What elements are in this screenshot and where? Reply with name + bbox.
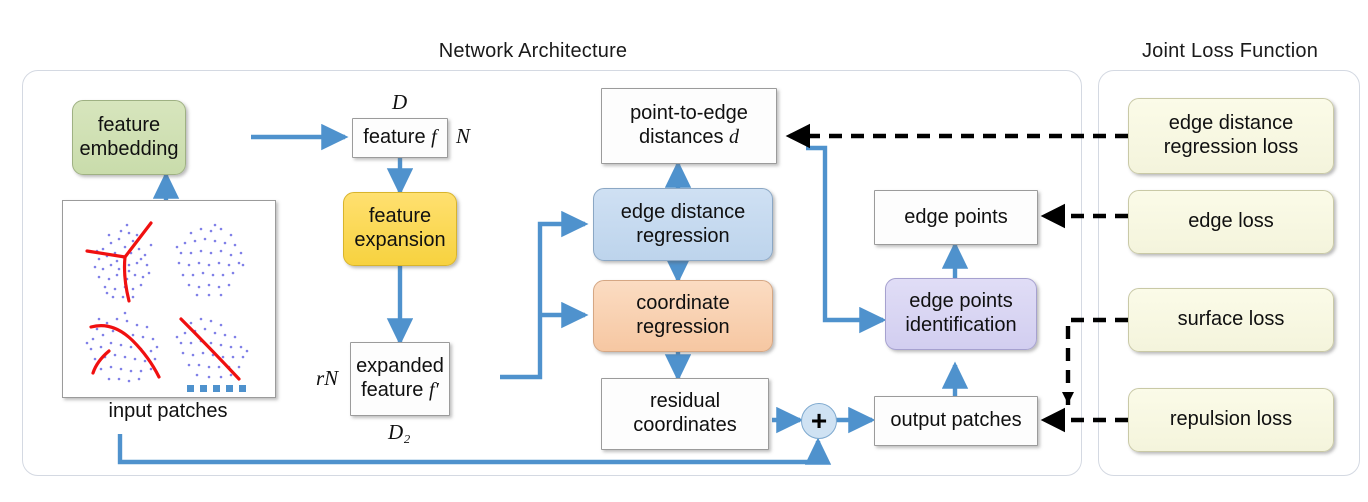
residual-coordinates-label: residual coordinates	[633, 390, 737, 436]
edge-points-label: edge points	[904, 205, 1008, 228]
feature-f-node[interactable]: feature f	[352, 118, 448, 158]
feature-embedding-node[interactable]: feature embedding	[72, 100, 186, 175]
input-patches-caption: input patches	[108, 400, 228, 422]
feature-f-label: feature f	[363, 126, 437, 149]
edge-distance-regression-loss-node[interactable]: edge distance regression loss	[1128, 98, 1334, 174]
network-architecture-title: Network Architecture	[438, 40, 628, 62]
coordinate-regression-node[interactable]: coordinate regression	[593, 280, 773, 352]
output-patches-node[interactable]: output patches	[874, 396, 1038, 446]
output-patches-label: output patches	[890, 409, 1022, 432]
feature-embedding-label: feature embedding	[79, 113, 179, 160]
edge-points-identification-node[interactable]: edge points identification	[885, 278, 1037, 350]
residual-coordinates-node[interactable]: residual coordinates	[601, 378, 769, 450]
joint-loss-function-title: Joint Loss Function	[1141, 40, 1319, 62]
feature-expansion-label: feature expansion	[354, 205, 446, 251]
dim-label-rN: rN	[316, 366, 339, 390]
edge-distance-regression-loss-label: edge distance regression loss	[1163, 112, 1299, 158]
edge-distance-regression-label: edge distance regression	[620, 200, 746, 247]
expanded-feature-label: expanded feature f′	[356, 355, 444, 401]
feature-expansion-node[interactable]: feature expansion	[343, 192, 457, 266]
dim-label-N: N	[456, 124, 471, 148]
surface-loss-label: surface loss	[1177, 308, 1285, 331]
addition-operator-node: +	[801, 403, 837, 439]
repulsion-loss-node[interactable]: repulsion loss	[1128, 388, 1334, 452]
coordinate-regression-label: coordinate regression	[636, 292, 730, 338]
expanded-feature-node[interactable]: expanded feature f′	[350, 342, 450, 416]
point-to-edge-distances-label: point-to-edge distances d	[630, 102, 748, 148]
edge-points-node[interactable]: edge points	[874, 190, 1038, 245]
input-patches-thumbnail[interactable]	[62, 200, 276, 398]
edge-loss-node[interactable]: edge loss	[1128, 190, 1334, 254]
dim-label-D: D	[392, 90, 408, 114]
diagram-canvas: Network Architecture Joint Loss Function	[0, 0, 1368, 502]
dim-label-D2: D₂	[388, 420, 411, 444]
edge-loss-label: edge loss	[1188, 210, 1274, 233]
edge-distance-regression-node[interactable]: edge distance regression	[593, 188, 773, 261]
point-to-edge-distances-node[interactable]: point-to-edge distances d	[601, 88, 777, 164]
edge-points-identification-label: edge points identification	[905, 290, 1017, 336]
point-cloud-figure	[85, 221, 249, 392]
ellipsis-dots	[187, 385, 246, 392]
plus-symbol: +	[810, 405, 828, 436]
repulsion-loss-label: repulsion loss	[1169, 408, 1293, 431]
surface-loss-node[interactable]: surface loss	[1128, 288, 1334, 352]
